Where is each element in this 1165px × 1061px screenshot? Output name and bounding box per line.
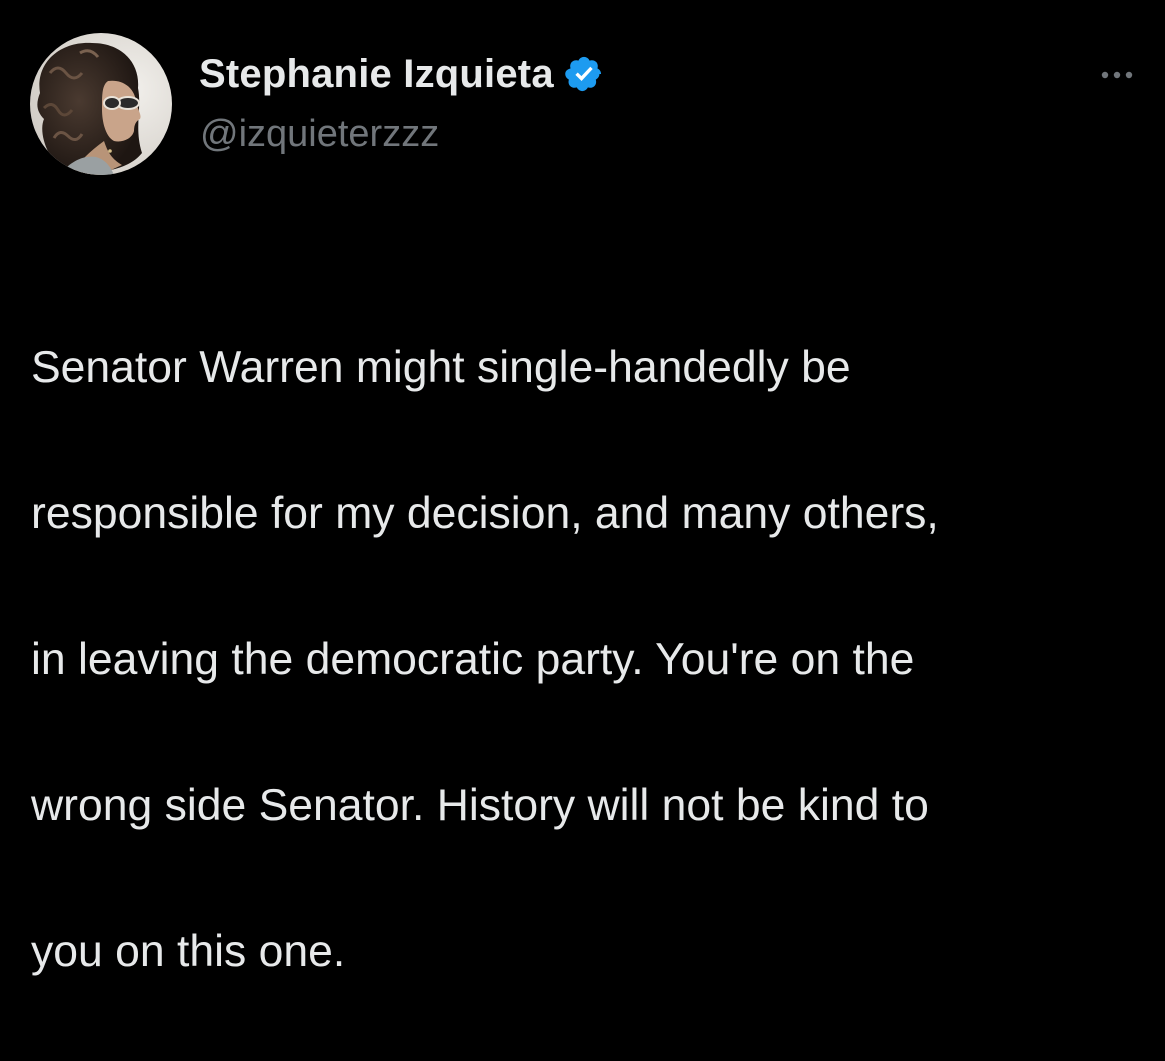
display-name[interactable]: Stephanie Izquieta	[199, 52, 554, 97]
tweet-text: Senator Warren might single-handedly be …	[31, 258, 1141, 1061]
verified-badge-icon[interactable]	[564, 54, 604, 94]
tweet-text-line: wrong side Senator. History will not be …	[31, 781, 929, 830]
profile-photo-icon	[30, 33, 172, 175]
author-name-row: Stephanie Izquieta	[199, 48, 604, 100]
tweet-text-line: you on this one.	[31, 927, 346, 976]
tweet-card: Stephanie Izquieta @izquieterzzz Senator…	[0, 0, 1165, 976]
tweet-text-line: in leaving the democratic party. You're …	[31, 635, 915, 684]
avatar[interactable]	[30, 33, 172, 175]
author-handle[interactable]: @izquieterzzz	[200, 113, 439, 156]
tweet-text-line: responsible for my decision, and many ot…	[31, 489, 939, 538]
tweet-text-line: Senator Warren might single-handedly be	[31, 343, 851, 392]
more-options-icon[interactable]	[1097, 62, 1137, 88]
